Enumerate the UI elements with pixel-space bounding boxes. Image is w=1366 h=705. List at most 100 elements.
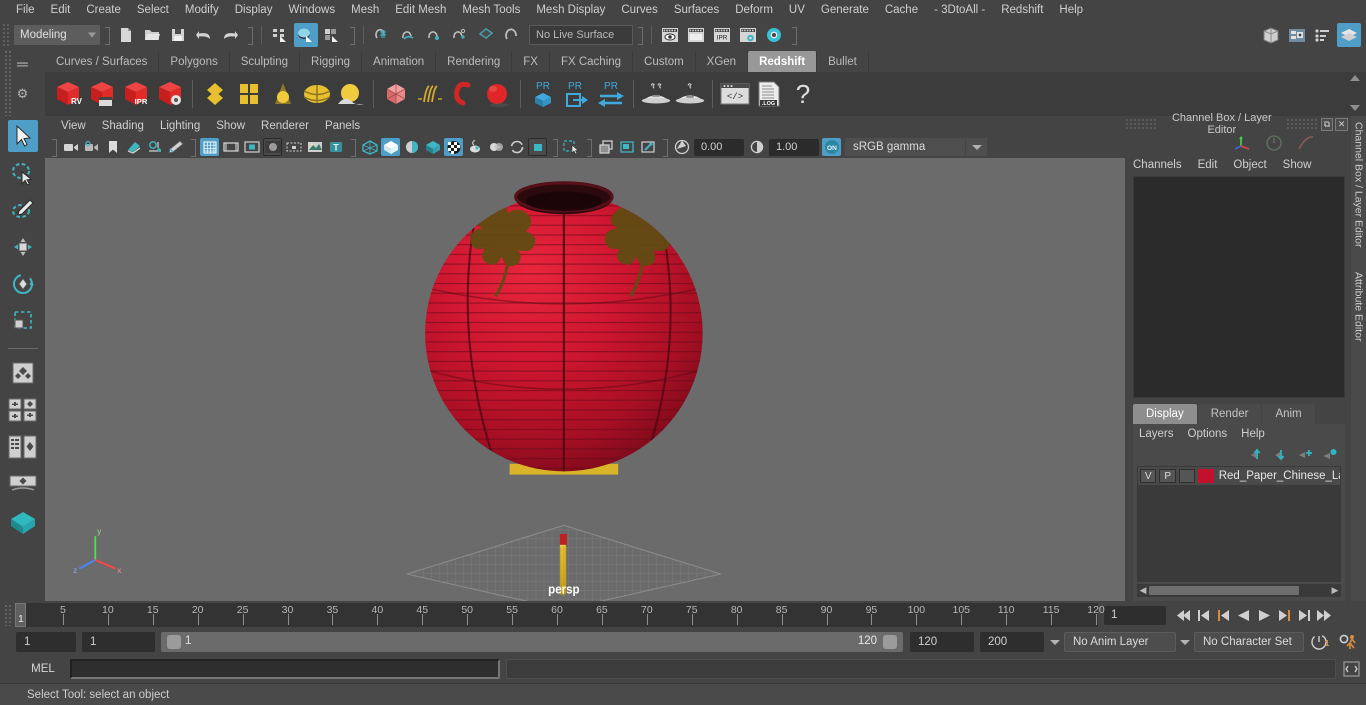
image-plane-icon[interactable] bbox=[124, 138, 143, 156]
shelf-scroll-down-icon[interactable] bbox=[1350, 105, 1360, 111]
new-layer-icon[interactable] bbox=[1298, 448, 1313, 461]
step-forward-frame-icon[interactable] bbox=[1274, 604, 1294, 626]
tab-display[interactable]: Display bbox=[1133, 404, 1197, 424]
side-tab-channel-box[interactable]: Channel Box / Layer Editor bbox=[1353, 116, 1365, 248]
shelf-tab-curves-surfaces[interactable]: Curves / Surfaces bbox=[45, 51, 160, 72]
command-input[interactable] bbox=[70, 659, 500, 679]
menu-surfaces[interactable]: Surfaces bbox=[666, 1, 727, 19]
redshift-script-icon[interactable]: </> bbox=[718, 75, 752, 113]
redshift-pr-swap-icon[interactable]: PR bbox=[594, 75, 628, 113]
command-output-field[interactable] bbox=[506, 659, 1336, 679]
step-back-keyframe-icon[interactable] bbox=[1194, 604, 1214, 626]
redshift-hair-icon[interactable] bbox=[413, 75, 447, 113]
move-layer-down-icon[interactable] bbox=[1274, 448, 1289, 461]
film-gate-icon[interactable] bbox=[221, 138, 240, 156]
shelf-tab-rendering[interactable]: Rendering bbox=[436, 51, 513, 72]
redshift-bake-icon[interactable] bbox=[639, 75, 673, 113]
redshift-bake-alt-icon[interactable] bbox=[673, 75, 707, 113]
undock-panel-icon[interactable]: ⧉ bbox=[1320, 117, 1334, 131]
redshift-proxy-icon[interactable] bbox=[379, 75, 413, 113]
anim-start-time-field[interactable]: 1 bbox=[16, 632, 76, 652]
shelf-tab-xgen[interactable]: XGen bbox=[695, 51, 749, 72]
snap-to-projected-center-icon[interactable] bbox=[448, 23, 472, 47]
auto-keyframe-icon[interactable]: 1 bbox=[1310, 633, 1330, 651]
layer-menu-layers[interactable]: Layers bbox=[1139, 428, 1174, 440]
shelf-tab-menu-icon[interactable]: ═ bbox=[17, 57, 28, 72]
render-current-frame-icon[interactable] bbox=[658, 23, 682, 47]
select-by-hierarchy-icon[interactable] bbox=[268, 23, 292, 47]
menu-redshift[interactable]: Redshift bbox=[993, 1, 1051, 19]
exposure-icon[interactable] bbox=[305, 138, 324, 156]
redshift-volume-icon[interactable] bbox=[447, 75, 481, 113]
exposure-value-field[interactable]: 0.00 bbox=[694, 138, 744, 156]
animation-preferences-icon[interactable] bbox=[1338, 633, 1360, 651]
redshift-light-cone-icon[interactable] bbox=[266, 75, 300, 113]
select-camera-icon[interactable] bbox=[61, 138, 80, 156]
redshift-area-light-icon[interactable] bbox=[334, 75, 368, 113]
image-based-lighting-icon[interactable] bbox=[596, 138, 615, 156]
layer-menu-help[interactable]: Help bbox=[1241, 428, 1265, 440]
shelf-tab-polygons[interactable]: Polygons bbox=[159, 51, 230, 72]
shadows-icon[interactable] bbox=[507, 138, 526, 156]
persp-view-icon[interactable] bbox=[8, 507, 38, 539]
shelf-grip[interactable] bbox=[4, 50, 13, 116]
paint-select-tool-icon[interactable] bbox=[8, 194, 38, 226]
show-hide-attribute-editor-icon[interactable] bbox=[1285, 23, 1309, 47]
menu-mesh-display[interactable]: Mesh Display bbox=[528, 1, 613, 19]
shelf-scroll-up-icon[interactable] bbox=[1350, 75, 1360, 81]
show-hide-channel-box-icon[interactable] bbox=[1337, 23, 1361, 47]
ao-icon[interactable] bbox=[528, 138, 547, 156]
time-slider-playhead[interactable]: 1 bbox=[15, 603, 26, 627]
viewport-menu-panels[interactable]: Panels bbox=[317, 119, 368, 133]
time-slider-track[interactable]: 1 5 10 15 20 25 30 35 40 45 50 55 60 65 70 75 80 85 90 95 1… bbox=[15, 603, 1105, 627]
status-line-grip[interactable] bbox=[2, 23, 11, 47]
viewport-menu-renderer[interactable]: Renderer bbox=[253, 119, 317, 133]
xray-icon[interactable]: T bbox=[326, 138, 345, 156]
panel-grip[interactable] bbox=[1125, 118, 1158, 130]
xray-joints-icon[interactable] bbox=[444, 138, 463, 156]
redshift-log-icon[interactable]: .LOG bbox=[752, 75, 786, 113]
range-end-time-field[interactable]: 120 bbox=[910, 632, 974, 652]
lights-toggle-icon[interactable] bbox=[486, 138, 505, 156]
scroll-thumb[interactable] bbox=[1149, 586, 1299, 595]
menu-help[interactable]: Help bbox=[1051, 1, 1091, 19]
menu-edit-mesh[interactable]: Edit Mesh bbox=[387, 1, 454, 19]
show-hide-tool-settings-icon[interactable] bbox=[1311, 23, 1335, 47]
lasso-select-tool-icon[interactable] bbox=[8, 157, 38, 189]
layer-visibility-toggle[interactable]: V bbox=[1140, 469, 1157, 483]
two-d-pan-zoom-icon[interactable] bbox=[145, 138, 164, 156]
menu-uv[interactable]: UV bbox=[781, 1, 813, 19]
select-by-component-icon[interactable] bbox=[320, 23, 344, 47]
move-layer-up-icon[interactable] bbox=[1250, 448, 1265, 461]
new-layer-from-selected-icon[interactable] bbox=[1322, 448, 1337, 461]
scroll-left-icon[interactable]: ◀ bbox=[1137, 585, 1149, 596]
select-tool-icon[interactable] bbox=[7, 120, 38, 152]
viewport-menu-shading[interactable]: Shading bbox=[94, 119, 152, 133]
axis-orientation-icon[interactable] bbox=[1233, 134, 1251, 152]
ipr-render-icon[interactable]: IPR bbox=[710, 23, 734, 47]
shelf-tab-redshift[interactable]: Redshift bbox=[748, 51, 818, 72]
menu-generate[interactable]: Generate bbox=[813, 1, 877, 19]
viewport-menu-lighting[interactable]: Lighting bbox=[152, 119, 208, 133]
gate-mask-icon[interactable] bbox=[263, 138, 282, 156]
shelf-tab-animation[interactable]: Animation bbox=[362, 51, 437, 72]
range-slider-left-handle[interactable] bbox=[167, 635, 181, 649]
step-back-frame-icon[interactable] bbox=[1214, 604, 1234, 626]
new-scene-icon[interactable] bbox=[114, 23, 138, 47]
viewport-menu-show[interactable]: Show bbox=[208, 119, 253, 133]
redshift-pr-object-icon[interactable]: PR bbox=[526, 75, 560, 113]
go-to-end-icon[interactable] bbox=[1314, 604, 1334, 626]
speed-gauge-icon[interactable] bbox=[1265, 134, 1283, 152]
shelf-tab-fx[interactable]: FX bbox=[512, 51, 550, 72]
viewport-snapshot-icon[interactable] bbox=[617, 138, 636, 156]
shelf-tab-fx-caching[interactable]: FX Caching bbox=[549, 51, 634, 72]
time-slider-grip[interactable] bbox=[4, 604, 13, 626]
color-space-chevron-down-icon[interactable] bbox=[965, 138, 987, 156]
snap-to-curve-icon[interactable] bbox=[396, 23, 420, 47]
shelf-tab-custom[interactable]: Custom bbox=[633, 51, 696, 72]
command-language-label[interactable]: MEL bbox=[16, 663, 70, 675]
channel-menu-show[interactable]: Show bbox=[1283, 159, 1322, 171]
curve-editor-icon[interactable] bbox=[1297, 134, 1315, 152]
rotate-tool-icon[interactable] bbox=[8, 268, 38, 300]
isolate-select-icon[interactable] bbox=[562, 138, 581, 156]
